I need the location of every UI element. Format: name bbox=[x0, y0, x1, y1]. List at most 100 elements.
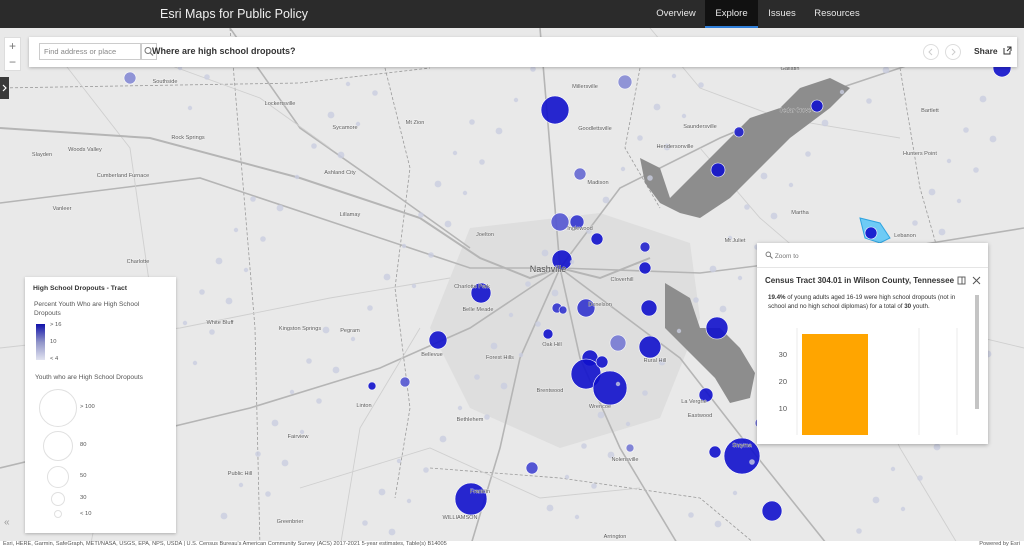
tract-dot[interactable] bbox=[428, 252, 434, 258]
tract-dot[interactable] bbox=[204, 74, 210, 80]
tract-dot[interactable] bbox=[546, 504, 554, 512]
tract-dot[interactable] bbox=[890, 466, 896, 472]
dock-icon[interactable] bbox=[957, 276, 966, 285]
tract-dot[interactable] bbox=[719, 305, 727, 313]
tract-dot[interactable] bbox=[316, 398, 322, 404]
tract-dot[interactable] bbox=[540, 95, 570, 125]
tract-dot[interactable] bbox=[294, 174, 300, 180]
tract-dot[interactable] bbox=[243, 267, 249, 273]
tract-dot[interactable] bbox=[281, 459, 289, 467]
tract-dot[interactable] bbox=[187, 105, 193, 111]
tract-dot[interactable] bbox=[671, 73, 677, 79]
tract-dot[interactable] bbox=[372, 90, 378, 96]
tract-dot[interactable] bbox=[839, 89, 845, 95]
tract-dot[interactable] bbox=[864, 226, 878, 240]
tract-dot[interactable] bbox=[749, 459, 755, 465]
tract-dot[interactable] bbox=[265, 491, 271, 497]
tract-dot[interactable] bbox=[810, 99, 824, 113]
tract-dot[interactable] bbox=[737, 275, 743, 281]
tract-dot[interactable] bbox=[760, 172, 768, 180]
tract-dot[interactable] bbox=[457, 405, 463, 411]
tract-dot[interactable] bbox=[535, 321, 541, 327]
tab-overview[interactable]: Overview bbox=[648, 0, 704, 28]
tract-dot[interactable] bbox=[518, 352, 524, 358]
zoom-in-button[interactable]: + bbox=[5, 38, 20, 54]
tract-dot[interactable] bbox=[938, 228, 946, 236]
tract-dot[interactable] bbox=[276, 204, 284, 212]
tract-dot[interactable] bbox=[388, 528, 396, 536]
tract-dot[interactable] bbox=[653, 103, 661, 111]
tab-issues[interactable]: Issues bbox=[759, 0, 805, 28]
tract-dot[interactable] bbox=[345, 81, 351, 87]
tract-dot[interactable] bbox=[946, 158, 952, 164]
tract-dot[interactable] bbox=[676, 328, 682, 334]
zoom-out-button[interactable]: − bbox=[5, 54, 20, 70]
tract-dot[interactable] bbox=[732, 490, 738, 496]
tract-dot[interactable] bbox=[617, 74, 633, 90]
share-button[interactable]: Share bbox=[974, 46, 1012, 56]
tract-dot[interactable] bbox=[637, 135, 643, 141]
tract-dot[interactable] bbox=[640, 299, 658, 317]
tract-dot[interactable] bbox=[805, 151, 811, 157]
tract-dot[interactable] bbox=[821, 119, 829, 127]
tract-dot[interactable] bbox=[574, 514, 580, 520]
tract-dot[interactable] bbox=[688, 512, 694, 518]
tract-dot[interactable] bbox=[882, 66, 890, 74]
tract-dot[interactable] bbox=[411, 283, 417, 289]
tract-dot[interactable] bbox=[591, 483, 597, 489]
tract-dot[interactable] bbox=[956, 198, 962, 204]
tract-dot[interactable] bbox=[638, 261, 652, 275]
tract-dot[interactable] bbox=[770, 212, 778, 220]
tract-dot[interactable] bbox=[311, 143, 317, 149]
tract-dot[interactable] bbox=[973, 167, 979, 173]
tract-dot[interactable] bbox=[615, 381, 621, 387]
tract-dot[interactable] bbox=[225, 297, 233, 305]
tract-dot[interactable] bbox=[530, 66, 536, 72]
tract-dot[interactable] bbox=[581, 443, 587, 449]
tract-dot[interactable] bbox=[233, 227, 239, 233]
tract-dot[interactable] bbox=[989, 135, 997, 143]
tract-dot[interactable] bbox=[856, 528, 862, 534]
tract-dot[interactable] bbox=[744, 204, 750, 210]
tract-dot[interactable] bbox=[362, 520, 368, 526]
bar[interactable] bbox=[802, 334, 868, 435]
tract-dot[interactable] bbox=[406, 498, 412, 504]
tract-dot[interactable] bbox=[192, 360, 198, 366]
tract-dot[interactable] bbox=[733, 126, 745, 138]
tract-dot[interactable] bbox=[250, 196, 256, 202]
tract-dot[interactable] bbox=[444, 220, 452, 228]
tract-dot[interactable] bbox=[434, 180, 442, 188]
tract-dot[interactable] bbox=[500, 382, 508, 390]
tract-dot[interactable] bbox=[639, 241, 651, 253]
tract-dot[interactable] bbox=[595, 355, 609, 369]
tract-dot[interactable] bbox=[454, 482, 488, 516]
tract-dot[interactable] bbox=[933, 443, 941, 451]
next-button[interactable] bbox=[945, 44, 961, 60]
tract-dot[interactable] bbox=[495, 127, 503, 135]
tract-dot[interactable] bbox=[423, 467, 429, 473]
popup-scrollbar[interactable] bbox=[975, 295, 979, 409]
tract-dot[interactable] bbox=[698, 82, 704, 88]
tract-dot[interactable] bbox=[542, 328, 554, 340]
tract-dot[interactable] bbox=[647, 175, 653, 181]
tract-dot[interactable] bbox=[439, 435, 447, 443]
previous-button[interactable] bbox=[923, 44, 939, 60]
tract-dot[interactable] bbox=[513, 97, 519, 103]
tract-dot[interactable] bbox=[788, 182, 794, 188]
zoom-to-button[interactable]: Zoom to bbox=[765, 251, 799, 260]
tract-dot[interactable] bbox=[322, 326, 330, 334]
tract-dot[interactable] bbox=[332, 366, 340, 374]
search-input[interactable]: Find address or place bbox=[39, 43, 141, 60]
tract-dot[interactable] bbox=[255, 451, 261, 457]
tract-dot[interactable] bbox=[872, 496, 880, 504]
tract-dot[interactable] bbox=[705, 316, 729, 340]
tract-dot[interactable] bbox=[418, 212, 424, 218]
tract-dot[interactable] bbox=[289, 389, 295, 395]
tract-dot[interactable] bbox=[620, 166, 626, 172]
tract-dot[interactable] bbox=[592, 370, 628, 406]
tract-dot[interactable] bbox=[638, 335, 662, 359]
tract-dot[interactable] bbox=[508, 312, 514, 318]
tract-dot[interactable] bbox=[401, 243, 407, 249]
tract-dot[interactable] bbox=[306, 358, 312, 364]
tract-dot[interactable] bbox=[564, 474, 570, 480]
